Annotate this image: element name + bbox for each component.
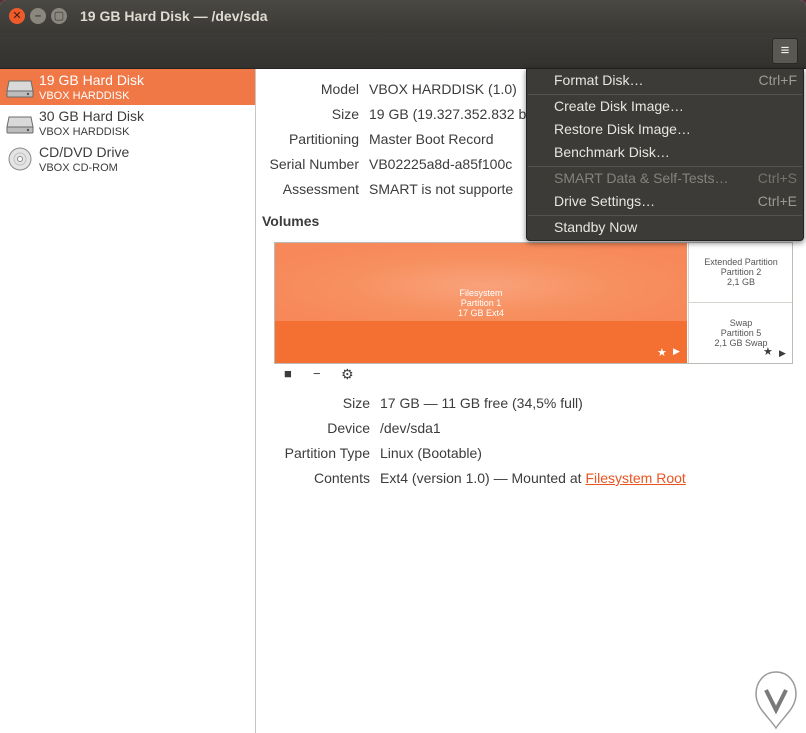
menu-item-create-disk-image[interactable]: Create Disk Image… (554, 98, 684, 114)
partition-1-block[interactable]: Filesystem Partition 1 17 GB Ext4 ★ ▶ (275, 243, 687, 363)
hard-disk-icon (6, 80, 34, 98)
menu-item-smart-data: SMART Data & Self-Tests… (554, 170, 729, 186)
title-bar: ✕ – ▢ 19 GB Hard Disk — /dev/sda (0, 0, 806, 33)
disk-model: VBOX HARDDISK (39, 126, 130, 138)
partition-1-size: 17 GB Ext4 (457, 308, 505, 318)
accel-drive-settings: Ctrl+E (757, 193, 797, 209)
drive-menu-button[interactable]: ≡ (772, 38, 798, 64)
swap-partition-number: Partition 5 (720, 328, 762, 338)
partition-1-number: Partition 1 (460, 298, 502, 308)
disk-model: VBOX HARDDISK (39, 90, 130, 102)
assessment-label: Assessment (282, 181, 359, 197)
contents-label: Contents (313, 470, 370, 486)
extended-partition-block[interactable]: Extended Partition Partition 2 2,1 GB (688, 243, 792, 302)
disks-window: ✕ – ▢ 19 GB Hard Disk — /dev/sda ≡ 19 GB… (0, 0, 806, 733)
drive-options-menu: Format Disk… Ctrl+F Create Disk Image… R… (526, 68, 804, 241)
contents-text: Ext4 (version 1.0) — Mounted at (380, 470, 586, 486)
device-label: Device (327, 420, 370, 436)
partition-size-value: 17 GB — 11 GB free (34,5% full) (380, 395, 583, 411)
menu-separator (528, 94, 802, 95)
filesystem-root-link[interactable]: Filesystem Root (585, 470, 685, 486)
size-value: 19 GB (19.327.352.832 b (369, 106, 527, 122)
partitioning-value: Master Boot Record (369, 131, 494, 147)
partition-size-row: Size 17 GB — 11 GB free (34,5% full) (256, 395, 806, 413)
menu-separator (528, 215, 802, 216)
extended-partition-number: Partition 2 (720, 267, 762, 277)
menu-item-restore-disk-image[interactable]: Restore Disk Image… (554, 121, 691, 137)
menu-item-benchmark-disk[interactable]: Benchmark Disk… (554, 144, 670, 160)
menu-item-standby-now[interactable]: Standby Now (554, 219, 637, 235)
serial-value: VB02225a8d-a85f100c (369, 156, 513, 172)
menu-separator (528, 166, 802, 167)
disk-name: 30 GB Hard Disk (39, 108, 145, 124)
hard-disk-icon (6, 116, 34, 134)
model-value: VBOX HARDDISK (1.0) (369, 81, 517, 97)
menu-item-format-disk[interactable]: Format Disk… (554, 72, 643, 88)
volumes-heading: Volumes (262, 213, 320, 229)
window-title: 19 GB Hard Disk — /dev/sda (80, 8, 268, 24)
disk-list-sidebar: 19 GB Hard Disk VBOX HARDDISK 30 GB Hard… (0, 69, 256, 733)
accel-smart-data: Ctrl+S (757, 170, 797, 186)
sidebar-item-30gb-disk[interactable]: 30 GB Hard Disk VBOX HARDDISK (0, 105, 255, 141)
partitioning-label: Partitioning (288, 131, 359, 147)
contents-row: Contents Ext4 (version 1.0) — Mounted at… (256, 470, 806, 488)
optical-disc-icon (8, 147, 32, 171)
menu-item-drive-settings[interactable]: Drive Settings… (554, 193, 655, 209)
extended-partition-kind: Extended Partition (704, 257, 778, 267)
volumes-map: Filesystem Partition 1 17 GB Ext4 ★ ▶ Ex… (274, 242, 793, 364)
partition-type-label: Partition Type (284, 445, 370, 461)
assessment-value: SMART is not supporte (369, 181, 514, 197)
stop-icon[interactable]: ■ (284, 366, 292, 381)
minimize-window-button[interactable]: – (30, 8, 46, 24)
size-label: Size (331, 106, 359, 122)
partition-size-label: Size (342, 395, 370, 411)
swap-partition-kind: Swap (729, 318, 753, 328)
close-window-button[interactable]: ✕ (9, 8, 25, 24)
serial-label: Serial Number (269, 156, 359, 172)
maximize-window-button[interactable]: ▢ (51, 8, 67, 24)
minus-icon[interactable]: − (313, 366, 321, 381)
model-label: Model (320, 81, 359, 97)
extended-partition-size: 2,1 GB (726, 277, 755, 287)
sidebar-item-19gb-disk[interactable]: 19 GB Hard Disk VBOX HARDDISK (0, 69, 255, 105)
disk-model: VBOX CD-ROM (39, 162, 118, 174)
disk-name: CD/DVD Drive (39, 144, 130, 160)
hamburger-icon: ≡ (780, 42, 790, 59)
device-row: Device /dev/sda1 (256, 420, 806, 438)
device-value: /dev/sda1 (380, 420, 441, 436)
sidebar-item-cd-dvd-drive[interactable]: CD/DVD Drive VBOX CD-ROM (0, 141, 255, 177)
disk-name: 19 GB Hard Disk (39, 72, 145, 88)
site-logo-watermark (755, 671, 797, 730)
contents-value: Ext4 (version 1.0) — Mounted at Filesyst… (380, 470, 686, 486)
gears-icon[interactable]: ⚙ (341, 366, 354, 383)
star-icon: ★ (657, 347, 667, 359)
partition-1-label: Filesystem Partition 1 17 GB Ext4 (431, 288, 531, 318)
star-icon: ★ (763, 346, 773, 358)
header-bar: ≡ (0, 33, 806, 69)
accel-format-disk: Ctrl+F (758, 72, 798, 88)
swap-partition-block[interactable]: Swap Partition 5 2,1 GB Swap ★ ▶ (688, 302, 792, 363)
play-icon: ▶ (673, 346, 680, 356)
partition-type-row: Partition Type Linux (Bootable) (256, 445, 806, 463)
partition-type-value: Linux (Bootable) (380, 445, 482, 461)
swap-partition-size: 2,1 GB Swap (714, 338, 768, 348)
partition-1-kind: Filesystem (459, 288, 503, 298)
play-icon: ▶ (779, 348, 786, 358)
